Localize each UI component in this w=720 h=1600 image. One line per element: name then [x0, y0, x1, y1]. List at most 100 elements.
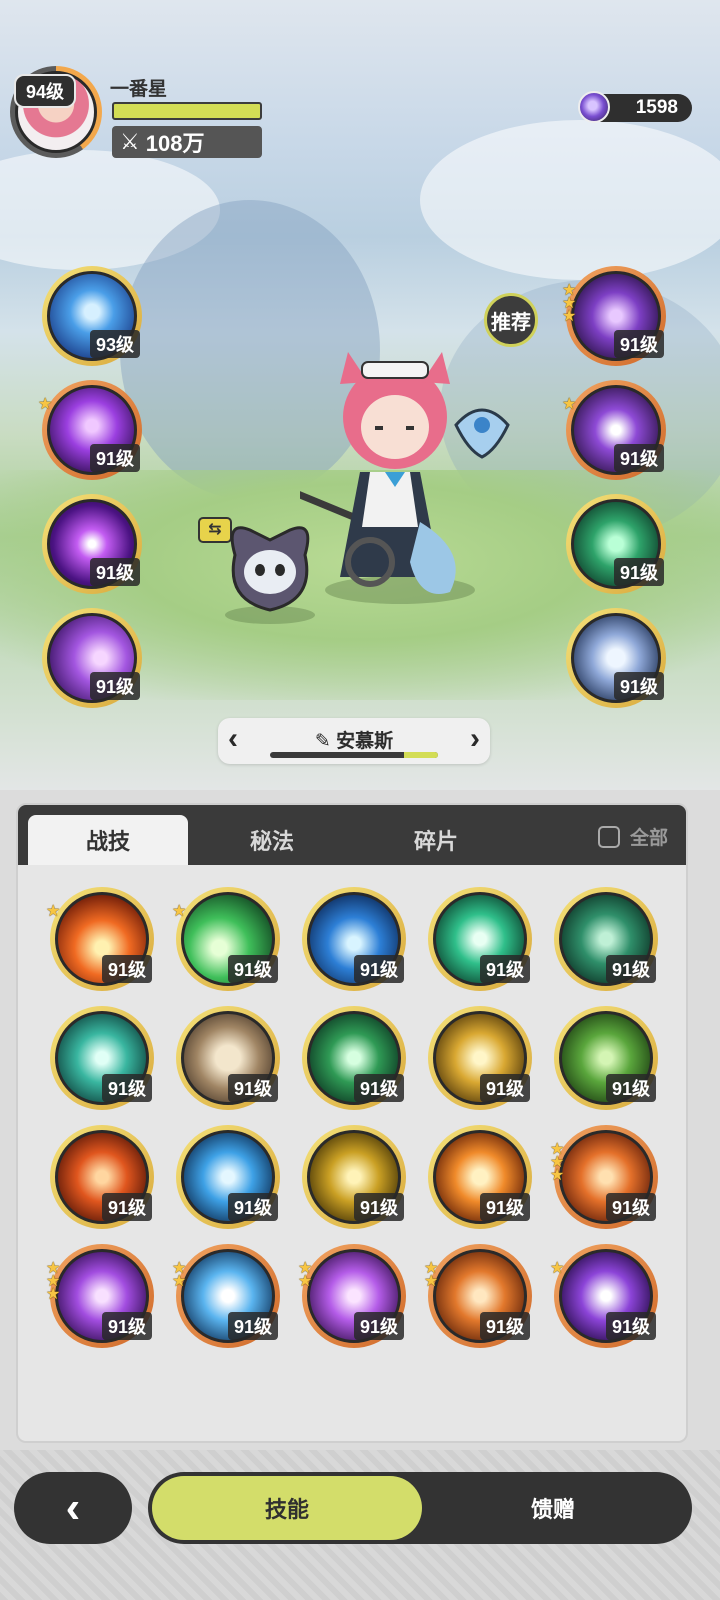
skill-level-label: 91级	[101, 955, 152, 983]
star-rank-icons: ★ ★	[172, 1261, 187, 1290]
skill-grid-item[interactable]: 91级	[176, 1006, 280, 1110]
skill-grid-item[interactable]: 91级	[428, 887, 532, 991]
skill-grid-item[interactable]: 91级 ★ ★	[172, 1244, 280, 1348]
skill-level-label: 91级	[605, 1074, 656, 1102]
back-button[interactable]: ‹	[14, 1472, 132, 1544]
crossed-swords-icon: ⚔	[120, 129, 140, 154]
skill-grid-item[interactable]: 91级	[50, 1006, 154, 1110]
show-all-toggle[interactable]: 全部	[597, 823, 668, 850]
star-icon: ★	[298, 1273, 313, 1290]
skill-grid-item[interactable]: 91级	[302, 887, 406, 991]
star-rank-icons: ★	[550, 1260, 565, 1277]
skill-level-label: 91级	[479, 955, 530, 983]
skill-grid-item[interactable]: 91级 ★ ★ ★	[46, 1244, 154, 1348]
skill-level-label: 91级	[353, 1312, 404, 1340]
skill-level-label: 91级	[479, 1074, 530, 1102]
next-character-button[interactable]: ›	[470, 724, 480, 754]
skill-grid-item[interactable]: 91级 ★ ★	[298, 1244, 406, 1348]
star-icon: ★	[46, 1286, 61, 1303]
star-icon: ★	[562, 308, 577, 325]
skill-grid-item[interactable]: 91级 ★	[46, 887, 154, 991]
skill-level-label: 91级	[227, 1074, 278, 1102]
skill-level-label: 91级	[101, 1193, 152, 1221]
character-name-field[interactable]: ✎ 安慕斯	[218, 726, 490, 753]
skill-grid-item[interactable]: 91级	[428, 1125, 532, 1229]
hero-character[interactable]	[300, 322, 480, 612]
skill-level-label: 91级	[613, 558, 664, 586]
skill-grid-item[interactable]: 91级 ★ ★ ★	[550, 1125, 658, 1229]
right-skill-slot[interactable]: 91级 ★	[562, 380, 666, 480]
back-arrow-icon: ‹	[65, 1483, 81, 1532]
skill-grid-item[interactable]: 91级	[50, 1125, 154, 1229]
skill-grid-item[interactable]: 91级 ★	[172, 887, 280, 991]
star-icon: ★	[38, 396, 53, 413]
skill-grid-item[interactable]: 91级 ★ ★	[424, 1244, 532, 1348]
skill-level-label: 91级	[227, 1312, 278, 1340]
character-name: 安慕斯	[336, 731, 394, 752]
left-skill-slot[interactable]: 93级	[42, 266, 142, 366]
character-selector: ‹ ✎ 安慕斯 ›	[218, 718, 490, 764]
star-rank-icons: ★ ★ ★	[550, 1142, 565, 1184]
star-rank-icons: ★ ★	[424, 1261, 439, 1290]
skill-grid-item[interactable]: 91级	[428, 1006, 532, 1110]
skill-level-label: 91级	[101, 1312, 152, 1340]
skill-level-label: 91级	[89, 672, 140, 700]
edit-pencil-icon: ✎	[314, 731, 331, 752]
skill-level-label: 91级	[605, 1193, 656, 1221]
skill-grid-item[interactable]: 91级 ★	[550, 1244, 658, 1348]
skill-grid-item[interactable]: 91级	[554, 887, 658, 991]
skill-inventory-panel: 战技 秘法 碎片 全部 91级 ★ 91级 ★ 91级 91级 91级 91级 91级 91级 91…	[16, 803, 688, 1443]
combat-power: ⚔ 108万	[112, 126, 262, 158]
recommend-button[interactable]: 推荐	[484, 293, 538, 347]
tab-fragments[interactable]: 碎片	[356, 815, 516, 865]
star-icon: ★	[46, 903, 61, 920]
skill-level-label: 91级	[605, 955, 656, 983]
skill-level-label: 91级	[479, 1193, 530, 1221]
star-icon: ★	[172, 903, 187, 920]
star-icon: ★	[172, 1273, 187, 1290]
combat-power-value: 108万	[145, 131, 205, 156]
star-icon: ★	[550, 1260, 565, 1277]
star-icon: ★	[550, 1167, 565, 1184]
skill-grid-item[interactable]: 91级	[176, 1125, 280, 1229]
skills-tab-button[interactable]: 技能	[152, 1476, 422, 1540]
pet-character[interactable]	[215, 510, 325, 625]
show-all-checkbox[interactable]	[597, 825, 620, 848]
skill-tabs: 战技 秘法 碎片 全部	[18, 805, 686, 865]
character-progress-bar	[270, 752, 438, 758]
right-skill-slot[interactable]: 91级	[566, 494, 666, 594]
purple-crystal-icon	[578, 91, 610, 123]
skill-grid-item[interactable]: 91级	[302, 1006, 406, 1110]
left-skill-slot[interactable]: 91级 ★	[38, 380, 142, 480]
character-progress-fill	[404, 752, 438, 758]
skill-level-label: 91级	[353, 955, 404, 983]
left-skill-slot[interactable]: 91级	[42, 608, 142, 708]
currency-value: 1598	[635, 97, 678, 118]
skill-level-label: 91级	[613, 444, 664, 472]
left-skill-slot[interactable]: 91级	[42, 494, 142, 594]
player-name: 一番星	[110, 79, 168, 100]
skill-grid-item[interactable]: 91级	[302, 1125, 406, 1229]
skill-level-label: 91级	[613, 330, 664, 358]
floating-shell-companion	[454, 408, 510, 459]
currency-display[interactable]: 1598	[578, 91, 692, 123]
gift-tab-button[interactable]: 馈赠	[418, 1476, 688, 1540]
star-rank-icons: ★ ★ ★	[46, 1261, 61, 1303]
cloud	[420, 120, 720, 280]
star-rank-icons: ★ ★ ★	[562, 283, 577, 325]
skill-level-label: 91级	[89, 444, 140, 472]
skill-level-label: 91级	[227, 1193, 278, 1221]
skill-level-label: 91级	[353, 1074, 404, 1102]
player-level: 94级	[14, 74, 77, 108]
skill-level-label: 91级	[89, 558, 140, 586]
star-rank-icons: ★	[46, 903, 61, 920]
star-icon: ★	[424, 1273, 439, 1290]
tab-secret-arts[interactable]: 秘法	[192, 815, 352, 865]
tab-combat-skills[interactable]: 战技	[28, 815, 188, 865]
star-icon: ★	[562, 396, 577, 413]
skill-grid-item[interactable]: 91级	[554, 1006, 658, 1110]
right-skill-slot[interactable]: 91级	[566, 608, 666, 708]
skill-level-label: 91级	[479, 1312, 530, 1340]
player-hp-bar	[112, 102, 262, 120]
right-skill-slot[interactable]: 91级 ★ ★ ★	[562, 266, 666, 366]
